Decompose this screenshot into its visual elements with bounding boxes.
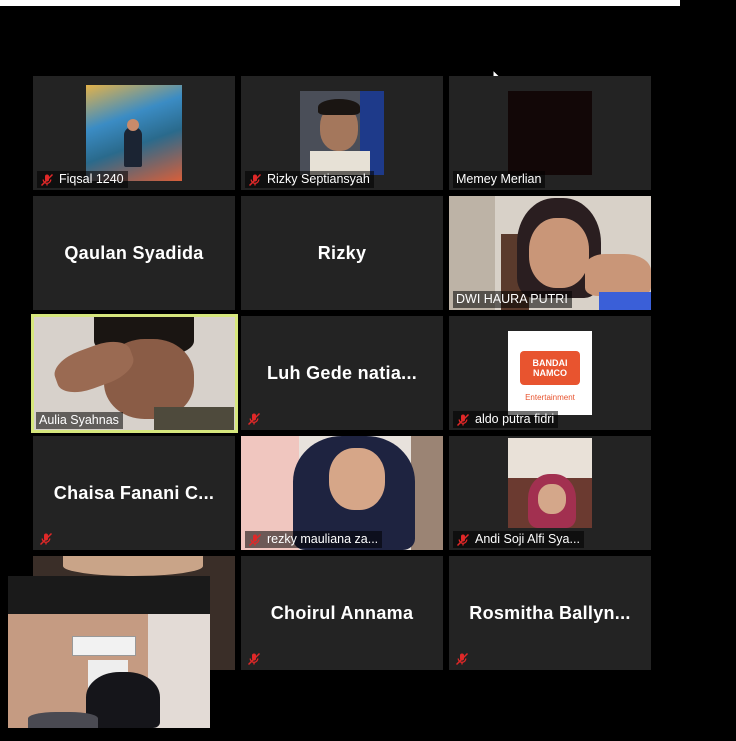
- participant-tile-qaulan-syadida[interactable]: Qaulan Syadida: [33, 196, 235, 310]
- participant-name-label: DWI HAURA PUTRI: [453, 291, 572, 308]
- participant-display-name: Chaisa Fanani C...: [53, 482, 215, 503]
- participant-display-name: Rosmitha Ballyn...: [469, 602, 631, 623]
- participant-name-label: Aulia Syahnas: [36, 412, 123, 429]
- participant-display-name: Luh Gede natia...: [266, 362, 418, 383]
- participant-name-label: rezky mauliana za...: [245, 531, 383, 548]
- participant-tile-rizky[interactable]: Rizky: [241, 196, 443, 310]
- window-top-bar: [0, 0, 680, 6]
- participant-tile-andi-soji[interactable]: Andi Soji Alfi Sya...: [449, 436, 651, 550]
- participant-tile-rezky-mauliana[interactable]: rezky mauliana za...: [241, 436, 443, 550]
- participant-name-label: Rizky Septiansyah: [245, 171, 374, 188]
- mic-muted-icon: [40, 173, 54, 186]
- bandai-namco-logo: BANDAI NAMCO Entertainment: [508, 331, 592, 415]
- logo-line-1: BANDAI: [532, 358, 568, 368]
- participant-display-name: Rizky: [317, 242, 367, 263]
- participant-tile-luh-gede-natia[interactable]: Luh Gede natia...: [241, 316, 443, 430]
- mic-muted-icon: [455, 652, 469, 666]
- participant-name-label: aldo putra fidri: [453, 411, 559, 428]
- participant-tile-choirul-annama[interactable]: Choirul Annama: [241, 556, 443, 670]
- video-feed: [86, 85, 182, 181]
- mic-muted-icon: [456, 413, 470, 426]
- mic-muted-icon: [39, 532, 53, 546]
- participant-tile-fiqsal[interactable]: Fiqsal 1240: [33, 76, 235, 190]
- logo-line-3: Entertainment: [525, 393, 575, 402]
- self-view-video[interactable]: [8, 576, 210, 728]
- participant-tile-aulia-syahnas[interactable]: Aulia Syahnas: [31, 314, 238, 433]
- video-feed: [508, 438, 592, 528]
- participant-name-label: Andi Soji Alfi Sya...: [453, 531, 584, 548]
- participant-tile-rosmitha-ballyn[interactable]: Rosmitha Ballyn...: [449, 556, 651, 670]
- mic-muted-icon: [248, 173, 262, 186]
- logo-line-2: NAMCO: [533, 368, 567, 378]
- participant-display-name: Choirul Annama: [270, 602, 414, 623]
- participant-display-name: Qaulan Syadida: [64, 242, 204, 263]
- participant-tile-chaisa-fanani[interactable]: Chaisa Fanani C...: [33, 436, 235, 550]
- participant-tile-memey-merlian[interactable]: Memey Merlian: [449, 76, 651, 190]
- video-feed: [300, 91, 384, 175]
- mic-muted-icon: [456, 533, 470, 546]
- video-feed: [508, 91, 592, 175]
- mic-muted-icon: [247, 652, 261, 666]
- participant-tile-dwi-haura-putri[interactable]: DWI HAURA PUTRI: [449, 196, 651, 310]
- participant-tile-rizky-septiansyah[interactable]: Rizky Septiansyah: [241, 76, 443, 190]
- mic-muted-icon: [248, 533, 262, 546]
- participant-name-label: Memey Merlian: [453, 171, 546, 188]
- mic-muted-icon: [247, 412, 261, 426]
- participant-tile-aldo-putra-fidri[interactable]: BANDAI NAMCO Entertainment aldo putra fi…: [449, 316, 651, 430]
- participant-name-label: Fiqsal 1240: [37, 171, 128, 188]
